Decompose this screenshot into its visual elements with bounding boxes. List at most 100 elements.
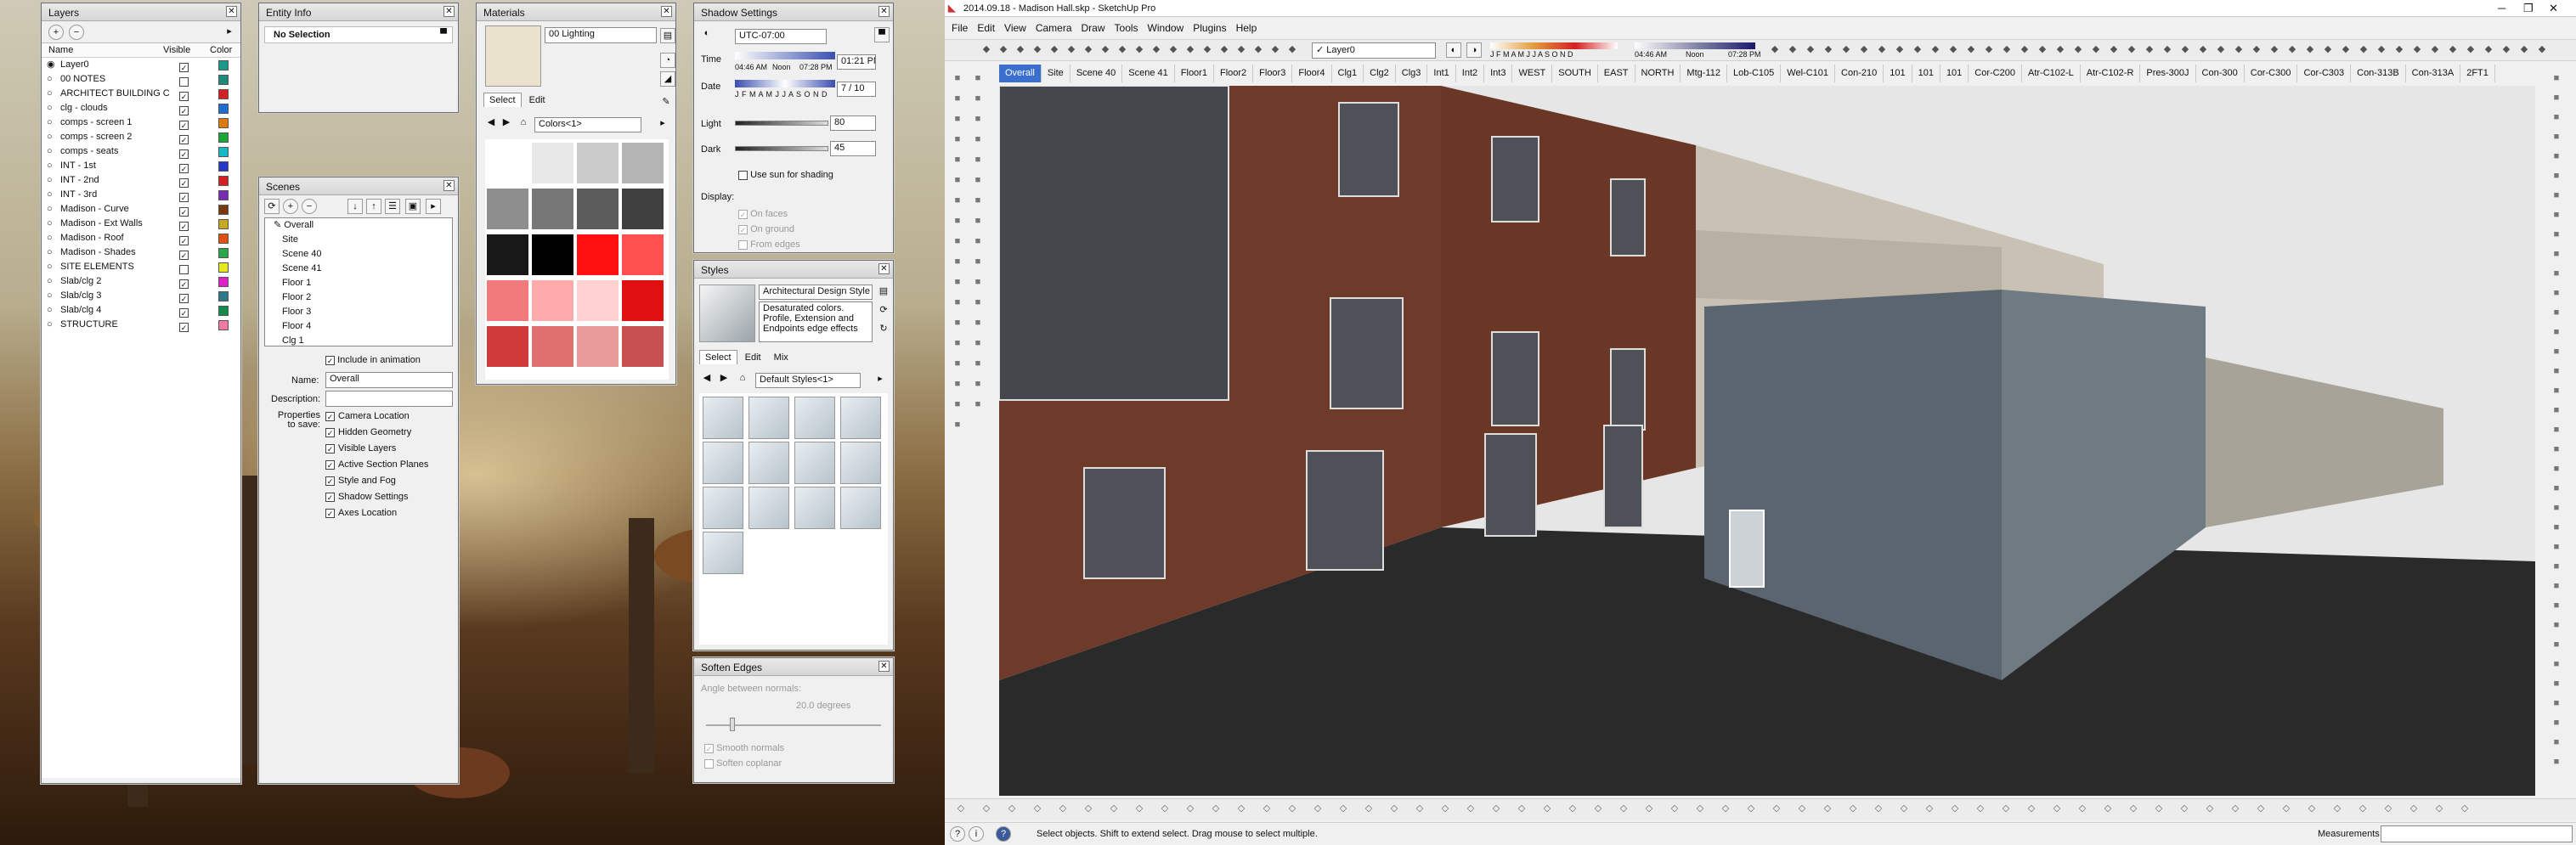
style-thumbnail[interactable] [840,442,881,484]
toolbar-icon[interactable]: ◇ [1132,802,1147,817]
layer-radio[interactable]: ○ [47,274,53,289]
toolbar-icon[interactable]: ◇ [2075,802,2090,817]
toolbar-icon[interactable]: ◇ [1157,802,1172,817]
styles-tab-edit[interactable]: Edit [740,351,766,364]
material-swatch[interactable] [532,280,573,321]
menu-view[interactable]: View [1004,22,1026,34]
scene-description-field[interactable] [325,391,453,407]
add-scene-icon[interactable]: + [283,199,298,214]
scene-tab[interactable]: Clg2 [1364,65,1396,82]
layer-color-swatch[interactable] [218,205,229,215]
layer-radio[interactable]: ○ [47,217,53,231]
layer-radio[interactable]: ○ [47,115,53,130]
toolbar-icon[interactable]: ◇ [1590,802,1606,817]
paint-icon[interactable]: ◆ [1047,42,1062,58]
shadow-toggle-icon[interactable]: ◐ [699,26,715,42]
layer-radio[interactable]: ○ [47,173,53,188]
layer-color-swatch[interactable] [218,147,229,157]
scene-tab[interactable]: SOUTH [1552,65,1598,82]
walk-icon[interactable]: ◆ [2231,42,2246,58]
layer-select[interactable]: ✓ Layer0 [1312,42,1436,59]
x-ray-icon[interactable]: ◆ [1928,42,1943,58]
layers-icon[interactable]: ◆ [2017,42,2032,58]
text-icon[interactable]: ◆ [1132,42,1147,58]
material-swatch[interactable] [622,189,664,229]
plugin-tool-icon[interactable]: ■ [2549,599,2564,614]
close-icon[interactable]: ✕ [878,263,890,274]
component-icon[interactable]: ◆ [1981,42,1997,58]
scale-icon[interactable]: ◆ [1030,42,1045,58]
solid-icon[interactable]: ■ [950,418,965,433]
material-swatch[interactable] [532,234,573,275]
toolbar-icon[interactable]: ◇ [1310,802,1325,817]
toolbar-icon[interactable]: ◇ [1412,802,1427,817]
sample-paint-icon[interactable]: ◔ [660,53,675,68]
plugin-tool-icon[interactable]: ■ [2549,540,2564,555]
layer-visible-checkbox[interactable]: ✓ [179,320,189,335]
scene-tab[interactable]: Overall [999,65,1042,82]
plugin-tool-icon[interactable]: ■ [2549,267,2564,282]
layer-radio[interactable]: ○ [47,188,53,202]
scene-tab[interactable]: Cor-C300 [2245,65,2298,82]
scene-tab[interactable]: Con-313B [2351,65,2406,82]
angle-slider-thumb[interactable] [730,718,735,731]
menu-edit[interactable]: Edit [977,22,995,34]
menu-window[interactable]: Window [1148,22,1184,34]
back-icon[interactable]: ◀ [699,371,715,386]
style-thumbnail[interactable] [794,487,835,529]
toolbar-icon[interactable]: ◇ [1718,802,1733,817]
scene-tab[interactable]: Site [1042,65,1071,82]
style-thumbnail[interactable] [703,487,743,529]
layer-radio[interactable]: ○ [47,231,53,245]
fog-icon[interactable]: ◆ [2249,42,2264,58]
menu-camera[interactable]: Camera [1036,22,1072,34]
section-icon[interactable]: ◆ [2142,42,2157,58]
scene-property[interactable]: ✓ Active Section Planes [325,458,428,474]
back-icon[interactable]: ◀ [483,115,499,131]
protractor-icon[interactable]: ■ [950,255,965,270]
layer-color-swatch[interactable] [218,60,229,70]
eyedropper-icon[interactable]: ✎ [658,95,674,110]
close-icon[interactable]: ✕ [878,6,890,17]
next-icon[interactable]: ■ [950,357,965,372]
toolbar-icon[interactable]: ◇ [1208,802,1223,817]
tape-icon[interactable]: ◆ [1115,42,1130,58]
plugin-tool-icon[interactable]: ■ [2549,208,2564,223]
scene-property[interactable]: ✓ Camera Location [325,409,428,425]
plugin-tool-icon[interactable]: ■ [2549,364,2564,380]
toolbar-icon[interactable]: ◇ [1463,802,1478,817]
layer-row[interactable]: ○ ARCHITECT BUILDING C ✓ [42,87,240,101]
material-swatch[interactable] [532,189,573,229]
toolbar-icon[interactable]: ◇ [1973,802,1988,817]
light-slider[interactable] [735,121,828,126]
toolbar-icon[interactable]: ◇ [2432,802,2447,817]
walk-icon[interactable]: ◆ [2053,42,2068,58]
toolbar-icon[interactable]: ◇ [2126,802,2141,817]
scene-tab[interactable]: 101 [1884,65,1912,82]
scene-tab[interactable]: Clg3 [1396,65,1428,82]
plugin-tool-icon[interactable]: ■ [2549,677,2564,692]
material-name-field[interactable]: 00 Lighting [545,27,657,43]
styles-icon[interactable]: ◆ [2534,42,2550,58]
toolbar-icon[interactable]: ◇ [1896,802,1912,817]
offset-icon[interactable]: ■ [970,214,986,229]
scene-list-item[interactable]: ✎ Overall [265,218,452,233]
toolbar-icon[interactable]: ◇ [2151,802,2166,817]
line-icon[interactable]: ■ [950,112,965,127]
style-thumbnail[interactable] [749,442,789,484]
component-icon[interactable]: ◆ [2338,42,2353,58]
dimension-icon[interactable]: ■ [970,234,986,250]
plugin-tool-icon[interactable]: ■ [2549,735,2564,751]
home-icon[interactable]: ⌂ [516,115,531,131]
zoom-icon[interactable]: ◆ [1098,42,1113,58]
time-slider-track[interactable] [735,52,835,59]
plugin-tool-icon[interactable]: ■ [2549,110,2564,126]
toolbar-icon[interactable]: ◇ [1769,802,1784,817]
plugin-tool-icon[interactable]: ■ [2549,286,2564,301]
details-icon[interactable]: ▸ [873,372,888,387]
toolbar-icon[interactable]: ◇ [2253,802,2268,817]
remove-scene-icon[interactable]: − [302,199,317,214]
scene-tab[interactable]: Clg1 [1332,65,1364,82]
scene-property[interactable]: ✓ Axes Location [325,506,428,522]
scene-list-item[interactable]: Scene 40 [265,247,452,262]
